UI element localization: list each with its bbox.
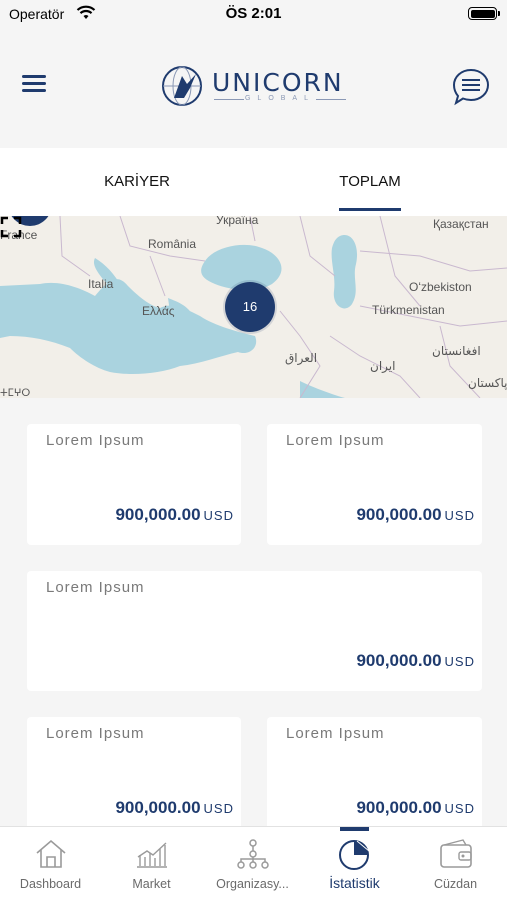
map-label: Ελλάς xyxy=(142,304,175,318)
amount-value: 900,000.00 xyxy=(356,505,442,524)
org-tree-icon xyxy=(237,839,269,869)
card-title: Lorem Ipsum xyxy=(46,579,145,596)
fullscreen-icon[interactable] xyxy=(0,216,22,238)
status-time: ÖS 2:01 xyxy=(225,5,282,22)
map-label: Україна xyxy=(216,216,259,227)
logo-subtext: GLOBAL xyxy=(214,95,346,102)
nav-item-market[interactable]: Market xyxy=(101,827,202,900)
card-title: Lorem Ipsum xyxy=(286,725,385,742)
map-label: Türkmenistan xyxy=(372,303,445,317)
pie-chart-icon xyxy=(339,840,370,870)
nav-label: Organizasy... xyxy=(216,877,289,891)
tab-toplam[interactable]: TOPLAM xyxy=(270,148,470,216)
active-nav-indicator xyxy=(340,827,369,831)
nav-item-istatistik[interactable]: İstatistik xyxy=(304,827,405,900)
tab-label: KARİYER xyxy=(104,173,170,190)
nav-label: Market xyxy=(132,877,171,891)
map-label: ⵜⵎⵖⵔ xyxy=(0,388,31,398)
amount-value: 900,000.00 xyxy=(115,505,201,524)
map-label: România xyxy=(148,237,197,251)
currency-label: USD xyxy=(203,508,234,523)
amount-value: 900,000.00 xyxy=(115,798,201,817)
card-title: Lorem Ipsum xyxy=(46,432,145,449)
currency-label: USD xyxy=(203,801,234,816)
map-label: پاکستان xyxy=(468,376,507,390)
hamburger-icon xyxy=(22,75,46,78)
wallet-icon xyxy=(440,839,472,868)
nav-label: Dashboard xyxy=(19,877,82,891)
map-label: Oʻzbekiston xyxy=(409,280,472,294)
logo-text: UNICORN xyxy=(212,68,344,97)
nav-label: İstatistik xyxy=(329,875,380,891)
card-amount: 900,000.00 USD xyxy=(356,505,475,525)
chat-icon[interactable] xyxy=(451,67,491,107)
card-title: Lorem Ipsum xyxy=(46,725,145,742)
currency-label: USD xyxy=(444,508,475,523)
stat-card[interactable]: Lorem Ipsum 900,000.00 USD xyxy=(27,424,241,545)
card-amount: 900,000.00 USD xyxy=(356,651,475,671)
unicorn-logo: UNICORN GLOBAL xyxy=(160,62,350,110)
map-cluster-marker[interactable]: 16 xyxy=(225,282,275,332)
nav-item-dashboard[interactable]: Dashboard xyxy=(0,827,101,900)
world-map[interactable]: France Україна Қазақстан România Italia … xyxy=(0,216,507,398)
card-title: Lorem Ipsum xyxy=(286,432,385,449)
card-amount: 900,000.00 USD xyxy=(115,798,234,818)
active-tab-indicator xyxy=(339,208,401,211)
tab-bar: KARİYER TOPLAM xyxy=(0,148,507,216)
amount-value: 900,000.00 xyxy=(356,798,442,817)
currency-label: USD xyxy=(444,654,475,669)
nav-label: Cüzdan xyxy=(433,877,478,891)
chart-icon xyxy=(137,842,167,868)
tab-label: TOPLAM xyxy=(339,173,401,190)
amount-value: 900,000.00 xyxy=(356,651,442,670)
nav-item-organizasyon[interactable]: Organizasy... xyxy=(202,827,303,900)
battery-icon xyxy=(468,7,500,20)
map-label: Қазақстан xyxy=(433,217,489,231)
stat-card[interactable]: Lorem Ipsum 900,000.00 USD xyxy=(27,717,241,838)
logo-globe-icon xyxy=(162,66,202,106)
tab-kariyer[interactable]: KARİYER xyxy=(37,148,237,216)
map-label: العراق xyxy=(285,351,318,365)
map-label: افغانستان xyxy=(432,344,481,358)
card-amount: 900,000.00 USD xyxy=(356,798,475,818)
map-label: Italia xyxy=(88,277,114,291)
menu-button[interactable] xyxy=(22,75,48,97)
status-bar: Operatör ÖS 2:01 xyxy=(0,0,507,30)
nav-item-cuzdan[interactable]: Cüzdan xyxy=(405,827,506,900)
stat-card-wide[interactable]: Lorem Ipsum 900,000.00 USD xyxy=(27,571,482,691)
bottom-navigation: Dashboard Market Organizasy... İstatisti… xyxy=(0,826,507,900)
stat-card[interactable]: Lorem Ipsum 900,000.00 USD xyxy=(267,424,482,545)
currency-label: USD xyxy=(444,801,475,816)
stat-card[interactable]: Lorem Ipsum 900,000.00 USD xyxy=(267,717,482,838)
map-label: ایران xyxy=(370,359,396,373)
home-icon xyxy=(36,839,66,868)
card-amount: 900,000.00 USD xyxy=(115,505,234,525)
app-header: UNICORN GLOBAL xyxy=(0,30,507,148)
